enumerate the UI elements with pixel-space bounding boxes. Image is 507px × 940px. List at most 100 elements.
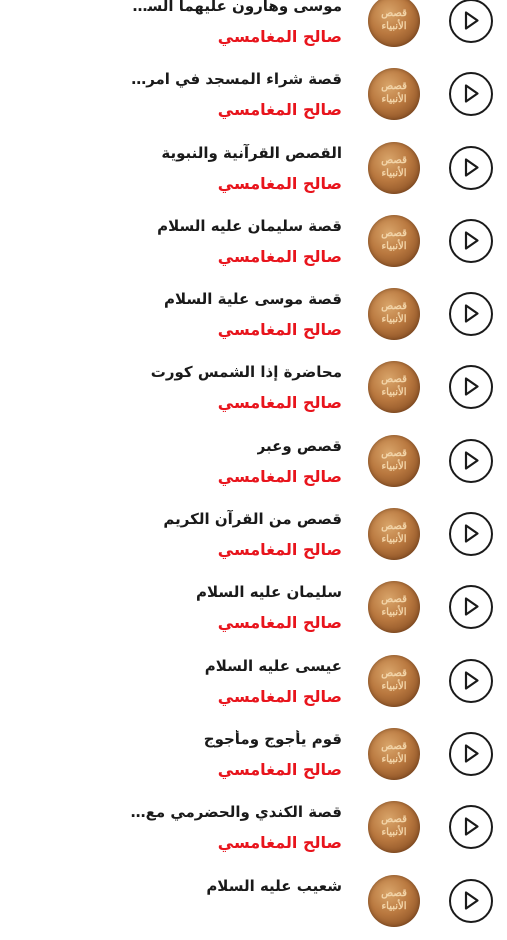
play-icon xyxy=(464,84,479,103)
track-row[interactable]: قصص الأنبياء قصة سليمان عليه السلام صالح… xyxy=(0,207,507,280)
play-icon xyxy=(464,11,479,30)
track-title: محاضرة إذا الشمس كورت xyxy=(150,363,342,382)
track-row[interactable]: قصص الأنبياء قصة الكندي والحضرمي مع ر...… xyxy=(0,793,507,866)
track-thumbnail: قصص الأنبياء xyxy=(368,434,420,487)
thumbnail-text-line2: الأنبياء xyxy=(381,21,407,32)
track-row[interactable]: قصص الأنبياء قصة شراء المسجد في امريكا ص… xyxy=(0,60,507,133)
play-icon xyxy=(464,744,479,763)
track-row[interactable]: قصص الأنبياء عيسى عليه السلام صالح المغا… xyxy=(0,647,507,720)
thumbnail-text-line2: الأنبياء xyxy=(381,314,407,326)
thumbnail-text-line2: الأنبياء xyxy=(381,94,407,106)
thumbnail-text-line1: قصص xyxy=(381,227,407,239)
track-artist: صالح المغامسي xyxy=(217,100,342,120)
play-button[interactable] xyxy=(449,0,493,43)
track-title: قصة الكندي والحضرمي مع ر... xyxy=(127,803,342,822)
play-button[interactable] xyxy=(449,365,493,410)
play-icon xyxy=(464,671,479,690)
play-icon xyxy=(464,524,479,543)
thumbnail-text-line2: الأنبياء xyxy=(381,167,407,179)
play-icon xyxy=(464,817,479,836)
thumbnail-text-line1: قصص xyxy=(381,814,407,826)
track-row[interactable]: قصص الأنبياء قصة موسى علية السلام صالح ا… xyxy=(0,280,507,353)
track-title: قصة سليمان عليه السلام xyxy=(157,216,342,235)
thumbnail-text-line2: الأنبياء xyxy=(381,607,407,619)
track-artist: صالح المغامسي xyxy=(217,686,342,706)
thumbnail-text-line2: الأنبياء xyxy=(381,387,407,399)
track-title: قوم يأجوج ومأجوج xyxy=(203,729,342,748)
track-artist: صالح المغامسي xyxy=(217,393,342,413)
play-button[interactable] xyxy=(449,438,493,483)
track-thumbnail: قصص الأنبياء xyxy=(368,0,420,47)
play-button[interactable] xyxy=(449,72,493,117)
track-title: قصة شراء المسجد في امريكا xyxy=(127,70,342,89)
track-title: قصص وعبر xyxy=(256,436,342,455)
thumbnail-text-line1: قصص xyxy=(381,374,407,386)
play-button[interactable] xyxy=(449,878,493,923)
track-title: القصص القرآنية والنبوية xyxy=(161,143,342,162)
play-button[interactable] xyxy=(449,731,493,776)
track-title: سليمان عليه السلام xyxy=(196,583,342,602)
track-thumbnail: قصص الأنبياء xyxy=(368,654,420,707)
track-row[interactable]: قصص الأنبياء القصص القرآنية والنبوية صال… xyxy=(0,134,507,207)
track-thumbnail: قصص الأنبياء xyxy=(368,727,420,780)
play-button[interactable] xyxy=(449,805,493,850)
play-button[interactable] xyxy=(449,292,493,337)
thumbnail-text-line1: قصص xyxy=(381,8,407,19)
track-title: قصص من القرآن الكريم xyxy=(163,510,342,529)
thumbnail-text-line1: قصص xyxy=(381,301,407,313)
track-thumbnail: قصص الأنبياء xyxy=(368,68,420,121)
play-icon xyxy=(464,304,479,323)
track-thumbnail: قصص الأنبياء xyxy=(368,874,420,927)
track-artist: صالح المغامسي xyxy=(217,466,342,486)
thumbnail-text-line2: الأنبياء xyxy=(381,680,407,692)
thumbnail-text-line2: الأنبياء xyxy=(381,827,407,839)
track-row[interactable]: قصص الأنبياء شعيب عليه السلام xyxy=(0,867,507,940)
play-button[interactable] xyxy=(449,145,493,190)
track-title: شعيب عليه السلام xyxy=(206,876,342,895)
track-title: قصة موسى علية السلام xyxy=(164,290,342,309)
play-icon xyxy=(464,890,479,910)
track-artist: صالح المغامسي xyxy=(217,320,342,340)
track-artist: صالح المغامسي xyxy=(217,27,342,46)
track-row[interactable]: قصص الأنبياء قوم يأجوج ومأجوج صالح المغا… xyxy=(0,720,507,793)
track-artist: صالح المغامسي xyxy=(217,540,342,560)
play-button[interactable] xyxy=(449,585,493,630)
track-artist: صالح المغامسي xyxy=(217,173,342,193)
track-thumbnail: قصص الأنبياء xyxy=(368,214,420,267)
track-thumbnail: قصص الأنبياء xyxy=(368,288,420,341)
play-icon xyxy=(464,597,479,616)
track-thumbnail: قصص الأنبياء xyxy=(368,141,420,194)
thumbnail-text-line2: الأنبياء xyxy=(381,460,407,472)
thumbnail-text-line1: قصص xyxy=(381,447,407,459)
track-row[interactable]: قصص الأنبياء سليمان عليه السلام صالح الم… xyxy=(0,573,507,646)
play-icon xyxy=(464,231,479,250)
track-row[interactable]: قصص الأنبياء قصص وعبر صالح المغامسي xyxy=(0,427,507,500)
track-artist: صالح المغامسي xyxy=(217,759,342,779)
thumbnail-text-line1: قصص xyxy=(381,81,407,93)
track-thumbnail: قصص الأنبياء xyxy=(368,361,420,414)
thumbnail-text-line2: الأنبياء xyxy=(381,534,407,546)
play-button[interactable] xyxy=(449,658,493,703)
track-thumbnail: قصص الأنبياء xyxy=(368,801,420,854)
track-thumbnail: قصص الأنبياء xyxy=(368,508,420,561)
track-row[interactable]: قصص الأنبياء قصص من القرآن الكريم صالح ا… xyxy=(0,500,507,573)
track-row[interactable]: قصص الأنبياء محاضرة إذا الشمس كورت صالح … xyxy=(0,353,507,426)
track-row[interactable]: قصص الأنبياء موسى وهارون عليهما السلام ص… xyxy=(0,0,507,60)
play-icon xyxy=(464,157,479,177)
play-button[interactable] xyxy=(449,218,493,263)
play-icon xyxy=(464,377,479,397)
thumbnail-text-line1: قصص xyxy=(381,594,407,606)
track-thumbnail: قصص الأنبياء xyxy=(368,581,420,634)
thumbnail-text-line1: قصص xyxy=(381,521,407,533)
play-icon xyxy=(464,451,479,470)
thumbnail-text-line1: قصص xyxy=(381,740,407,752)
track-list: قصص الأنبياء موسى وهارون عليهما السلام ص… xyxy=(0,0,507,940)
track-artist: صالح المغامسي xyxy=(217,246,342,266)
play-button[interactable] xyxy=(449,512,493,557)
track-title: عيسى عليه السلام xyxy=(204,656,342,675)
track-artist: صالح المغامسي xyxy=(217,833,342,853)
track-artist: صالح المغامسي xyxy=(217,613,342,633)
thumbnail-text-line2: الأنبياء xyxy=(381,753,407,765)
thumbnail-text-line2: الأنبياء xyxy=(381,240,407,252)
track-title: موسى وهارون عليهما السلام xyxy=(127,0,342,15)
